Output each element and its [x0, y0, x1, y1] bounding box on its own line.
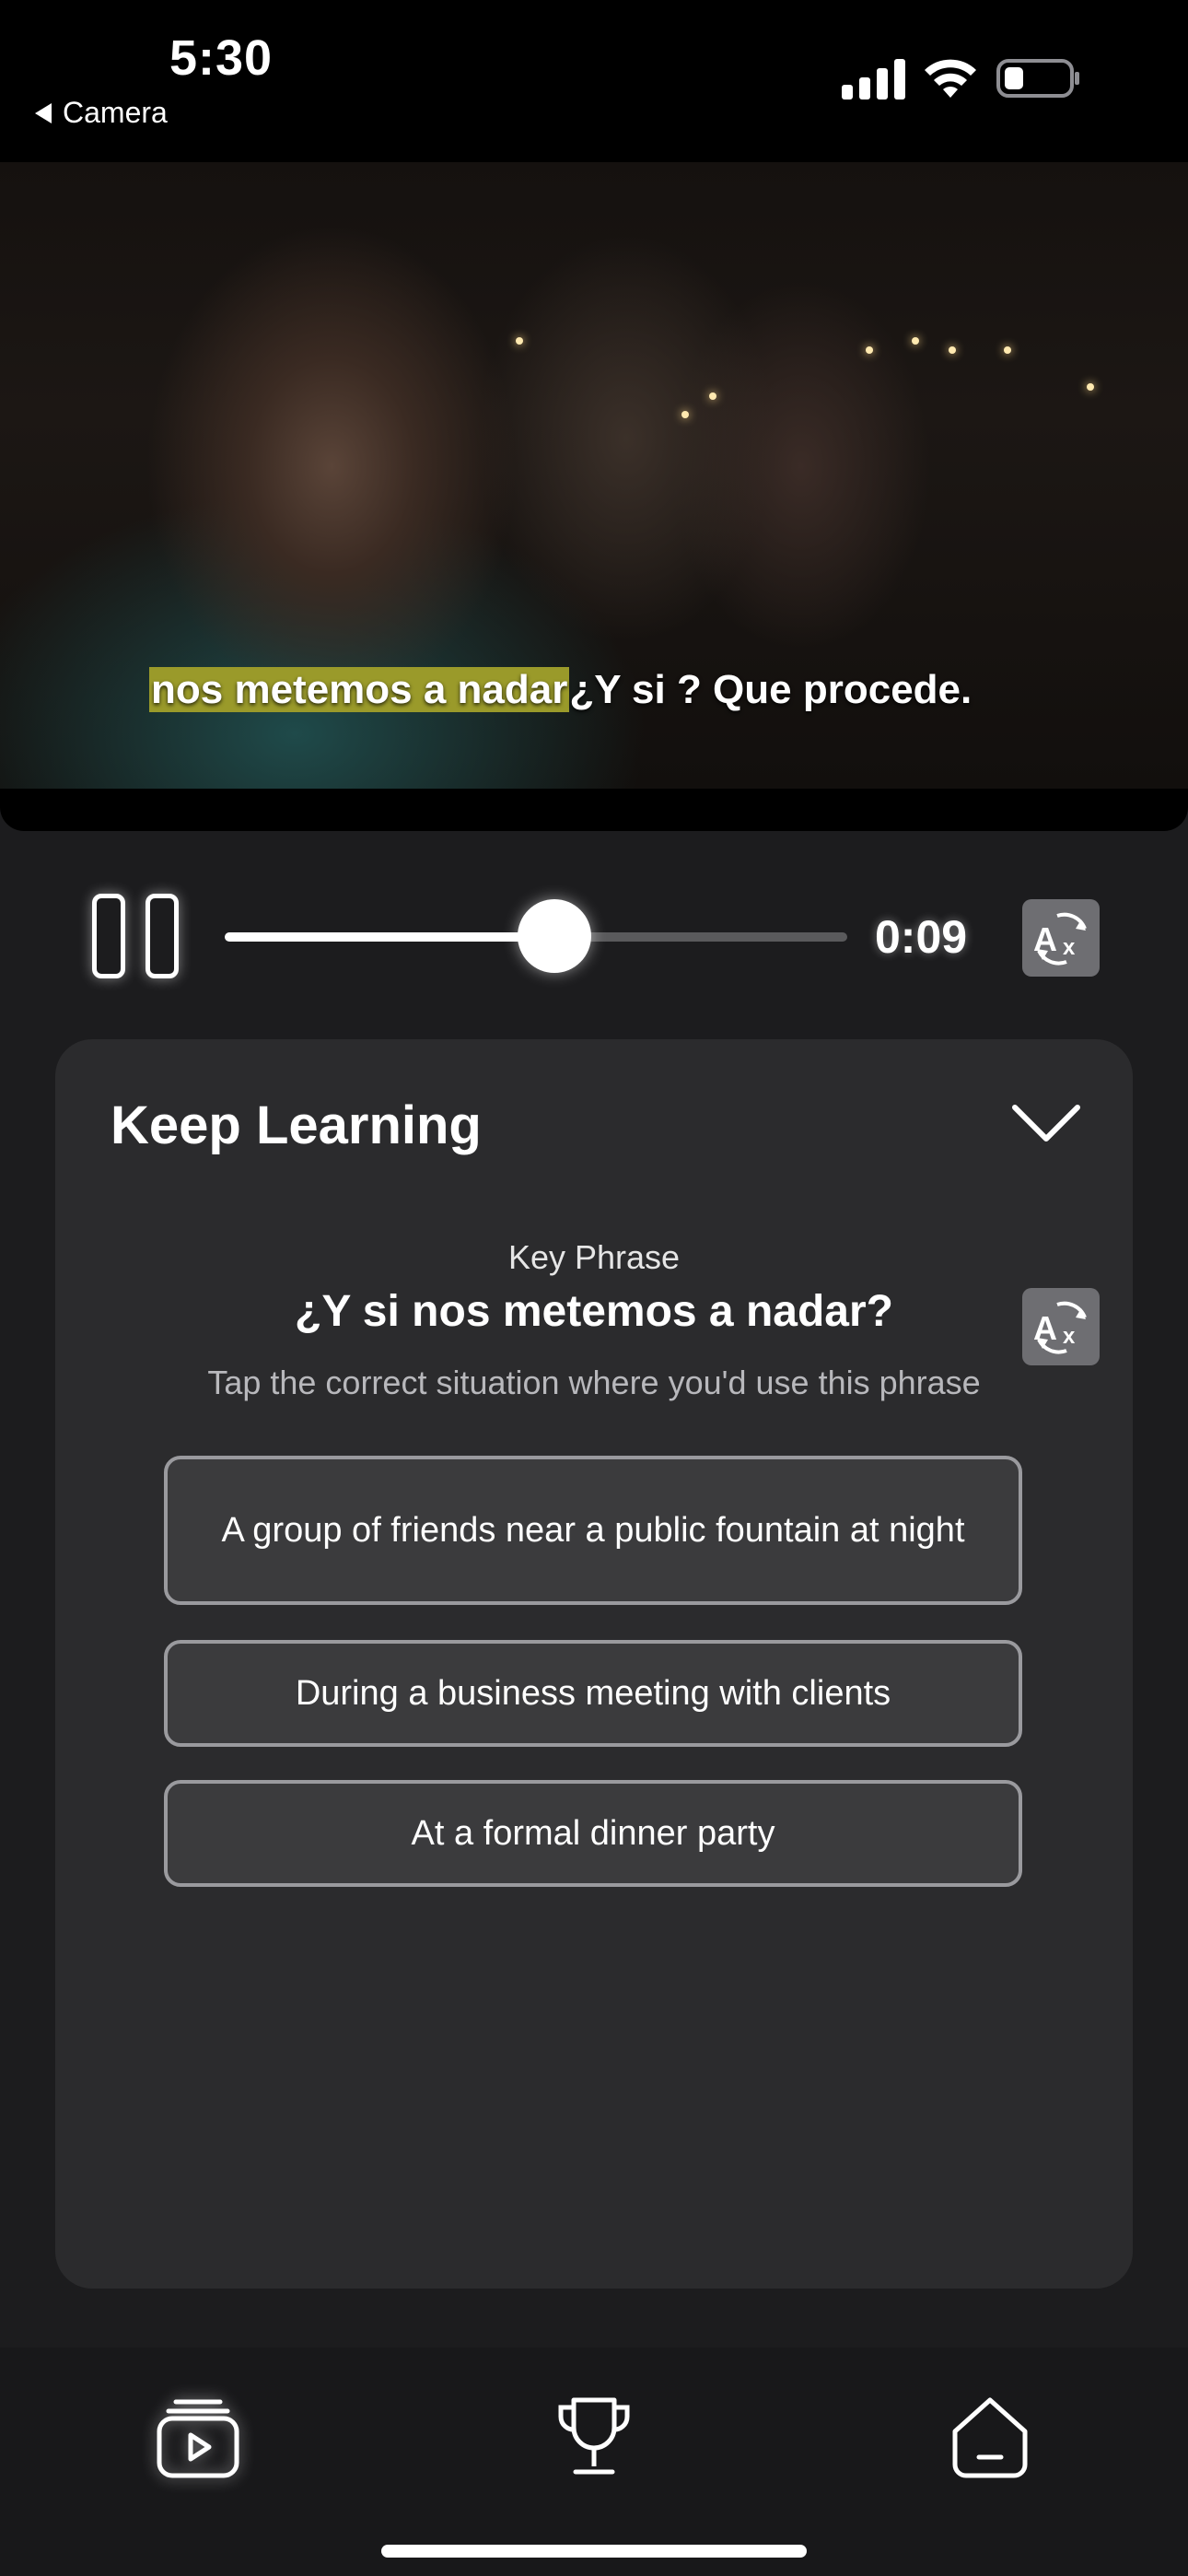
progress-slider[interactable]	[225, 899, 847, 973]
tab-bar	[0, 2348, 1188, 2576]
pause-button[interactable]	[92, 894, 184, 982]
video-subtitle: nos metemos a nadar¿Y si ? Que procede.	[149, 667, 972, 713]
home-indicator	[381, 2545, 807, 2558]
pause-icon	[92, 894, 125, 978]
subtitle-rest[interactable]: ¿Y si ? Que procede.	[569, 667, 972, 712]
trophy-icon	[558, 2397, 630, 2475]
svg-text:x: x	[1063, 935, 1076, 960]
chevron-down-icon[interactable]	[1009, 1100, 1083, 1146]
elapsed-time: 0:09	[875, 911, 968, 963]
translate-icon: A x	[1033, 1301, 1087, 1354]
key-phrase: ¿Y si nos metemos a nadar?	[295, 1287, 893, 1336]
videos-icon	[157, 2399, 239, 2478]
wifi-icon	[925, 59, 976, 98]
tab-achievements[interactable]	[543, 2386, 645, 2488]
back-to-app-link[interactable]: Camera	[35, 96, 168, 130]
tab-profile[interactable]	[939, 2386, 1041, 2488]
profile-icon	[952, 2397, 1028, 2478]
translate-subtitles-button[interactable]: A x	[1022, 899, 1100, 977]
card-title: Keep Learning	[111, 1095, 482, 1155]
back-app-label: Camera	[63, 96, 168, 129]
answer-option[interactable]: At a formal dinner party	[164, 1780, 1022, 1887]
video-player[interactable]: nos metemos a nadar¿Y si ? Que procede.	[0, 162, 1188, 831]
subtitle-highlight[interactable]: nos metemos a nadar	[149, 667, 570, 712]
key-phrase-label: Key Phrase	[507, 1238, 681, 1276]
translate-icon: A x	[1033, 912, 1087, 966]
progress-fill	[225, 932, 555, 942]
tab-videos[interactable]	[147, 2386, 249, 2488]
cellular-signal-icon	[842, 59, 905, 100]
back-arrow-icon	[35, 102, 52, 123]
status-bar: 5:30 Camera	[0, 0, 1188, 162]
svg-text:x: x	[1063, 1324, 1076, 1349]
answer-option[interactable]: A group of friends near a public fountai…	[164, 1456, 1022, 1605]
slider-thumb[interactable]	[518, 899, 592, 973]
battery-icon	[996, 59, 1079, 98]
translate-phrase-button[interactable]: A x	[1022, 1288, 1100, 1365]
answer-option[interactable]: During a business meeting with clients	[164, 1640, 1022, 1747]
status-time: 5:30	[169, 30, 274, 86]
keep-learning-card: Keep Learning Key Phrase ¿Y si nos metem…	[55, 1039, 1133, 2289]
instruction-text: Tap the correct situation where you'd us…	[207, 1364, 981, 1401]
